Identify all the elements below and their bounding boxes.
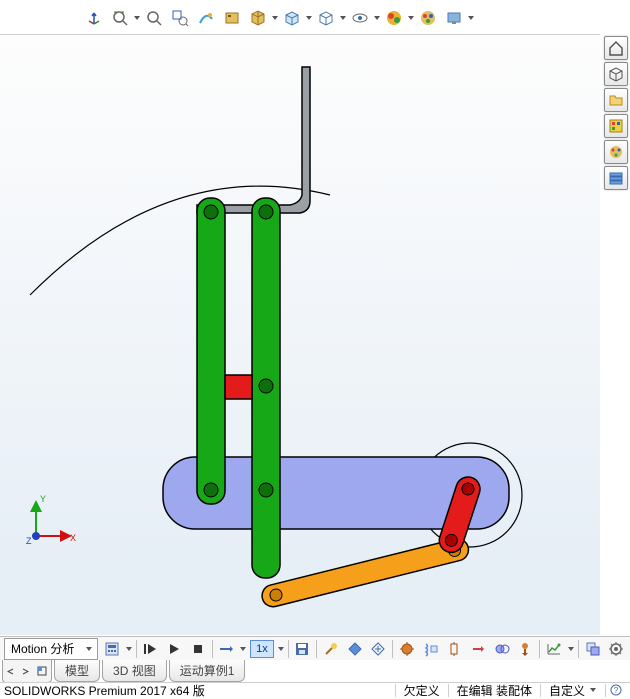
dropdown-icon[interactable] xyxy=(408,7,414,29)
replace-study-icon[interactable] xyxy=(583,638,603,660)
tab-3dview[interactable]: 3D 视图 xyxy=(102,660,167,682)
view-nav-box[interactable] xyxy=(2,660,52,683)
calculate-icon[interactable] xyxy=(102,638,122,660)
damper-icon[interactable] xyxy=(444,638,464,660)
study-type-combo[interactable]: Motion 分析 xyxy=(4,638,98,660)
force-icon[interactable] xyxy=(468,638,488,660)
heads-up-toolbar xyxy=(82,3,474,33)
iso-cube-icon[interactable] xyxy=(604,62,628,86)
folder-icon[interactable] xyxy=(604,88,628,112)
box-view-icon[interactable] xyxy=(314,6,338,30)
playback-mode-icon[interactable] xyxy=(217,638,237,660)
motion-manager-bar: Motion 分析 1x xyxy=(0,636,630,660)
separator xyxy=(288,640,289,658)
playback-speed-field[interactable]: 1x xyxy=(250,640,273,658)
dropdown-icon[interactable] xyxy=(278,638,284,660)
animation-wizard-icon[interactable] xyxy=(321,638,341,660)
dropdown-icon[interactable] xyxy=(126,638,132,660)
appearance-panel-icon[interactable] xyxy=(604,140,628,164)
zoom-fit-icon[interactable] xyxy=(108,6,132,30)
magnify-icon[interactable] xyxy=(142,6,166,30)
svg-text:X: X xyxy=(70,533,76,543)
tab-motion-study[interactable]: 运动算例1 xyxy=(169,660,246,682)
status-help-icon[interactable]: ? xyxy=(605,684,626,697)
section-view-icon[interactable] xyxy=(246,6,270,30)
model-canvas xyxy=(0,35,600,635)
svg-text:?: ? xyxy=(614,686,619,695)
status-editing: 在编辑 装配体 xyxy=(448,684,540,697)
view-tabs: 模型 3D 视图 运动算例1 xyxy=(54,660,247,682)
svg-text:Z: Z xyxy=(26,536,32,546)
separator xyxy=(212,640,213,658)
play-icon[interactable] xyxy=(164,638,184,660)
stop-icon[interactable] xyxy=(188,638,208,660)
status-underdefined: 欠定义 xyxy=(395,684,448,697)
combo-label: Motion 分析 xyxy=(11,640,74,657)
gravity-icon[interactable] xyxy=(516,638,536,660)
view-settings-icon[interactable] xyxy=(220,6,244,30)
hide-show-icon[interactable] xyxy=(348,6,372,30)
separator xyxy=(316,640,317,658)
dropdown-icon[interactable] xyxy=(240,638,246,660)
status-bar: SOLIDWORKS Premium 2017 x64 版 欠定义 在编辑 装配… xyxy=(0,682,630,697)
motor-icon[interactable] xyxy=(397,638,417,660)
save-animation-icon[interactable] xyxy=(292,638,312,660)
separator xyxy=(539,640,540,658)
coord-sys-icon[interactable] xyxy=(82,6,106,30)
study-props-icon[interactable] xyxy=(606,638,626,660)
dropdown-icon[interactable] xyxy=(272,7,278,29)
options-panel-icon[interactable] xyxy=(604,166,628,190)
zoom-area-icon[interactable] xyxy=(168,6,192,30)
dropdown-icon[interactable] xyxy=(340,7,346,29)
contact-icon[interactable] xyxy=(492,638,512,660)
dropdown-icon[interactable] xyxy=(568,638,574,660)
separator xyxy=(136,640,137,658)
dropdown-icon[interactable] xyxy=(306,7,312,29)
svg-text:Y: Y xyxy=(40,494,46,504)
tab-model[interactable]: 模型 xyxy=(54,660,100,682)
autokey-icon[interactable] xyxy=(345,638,365,660)
dropdown-icon[interactable] xyxy=(134,7,140,29)
appearance-icon[interactable] xyxy=(416,6,440,30)
product-label: SOLIDWORKS Premium 2017 x64 版 xyxy=(4,682,205,699)
display-pane-icon[interactable] xyxy=(442,6,466,30)
graphics-viewport[interactable]: Y X Z xyxy=(0,34,600,635)
play-from-start-icon[interactable] xyxy=(141,638,161,660)
free-view-icon[interactable] xyxy=(194,6,218,30)
scene-icon[interactable] xyxy=(382,6,406,30)
display-style-icon[interactable] xyxy=(280,6,304,30)
separator xyxy=(392,640,393,658)
add-key-icon[interactable] xyxy=(368,638,388,660)
dropdown-icon[interactable] xyxy=(374,7,380,29)
dropdown-icon[interactable] xyxy=(468,7,474,29)
status-custom[interactable]: 自定义 xyxy=(540,684,605,697)
home-icon[interactable] xyxy=(604,36,628,60)
coordinate-triad[interactable]: Y X Z xyxy=(22,492,82,555)
task-pane xyxy=(604,36,628,190)
globe-icon[interactable] xyxy=(604,114,628,138)
spring-icon[interactable] xyxy=(421,638,441,660)
results-icon[interactable] xyxy=(544,638,564,660)
separator xyxy=(578,640,579,658)
